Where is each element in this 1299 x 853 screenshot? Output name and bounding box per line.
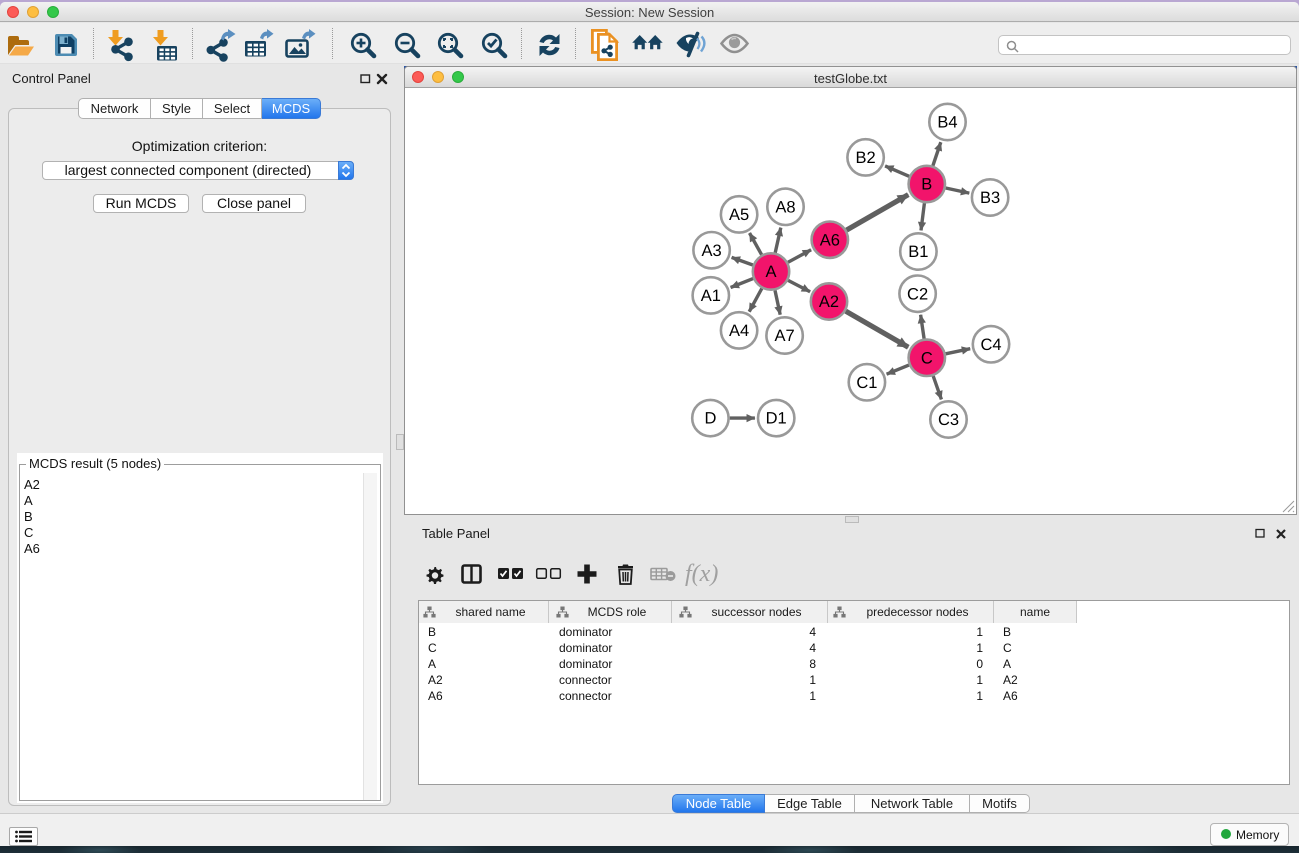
svg-text:C2: C2 bbox=[907, 285, 928, 303]
svg-text:A3: A3 bbox=[702, 242, 722, 260]
svg-text:D: D bbox=[704, 410, 716, 428]
svg-text:A1: A1 bbox=[701, 287, 721, 305]
svg-text:A7: A7 bbox=[775, 327, 795, 345]
svg-text:C4: C4 bbox=[980, 336, 1001, 354]
svg-text:A6: A6 bbox=[820, 231, 840, 249]
svg-text:A: A bbox=[765, 263, 776, 281]
svg-text:A5: A5 bbox=[729, 206, 749, 224]
svg-text:B: B bbox=[921, 176, 932, 194]
svg-text:B1: B1 bbox=[908, 243, 928, 261]
svg-text:C3: C3 bbox=[938, 411, 959, 429]
svg-text:C1: C1 bbox=[856, 374, 877, 392]
svg-text:A2: A2 bbox=[819, 293, 839, 311]
svg-text:B2: B2 bbox=[856, 149, 876, 167]
svg-text:B3: B3 bbox=[980, 189, 1000, 207]
svg-text:D1: D1 bbox=[766, 410, 787, 428]
svg-text:B4: B4 bbox=[937, 114, 957, 132]
svg-text:A8: A8 bbox=[775, 198, 795, 216]
svg-text:C: C bbox=[921, 349, 933, 367]
svg-text:A4: A4 bbox=[729, 322, 749, 340]
